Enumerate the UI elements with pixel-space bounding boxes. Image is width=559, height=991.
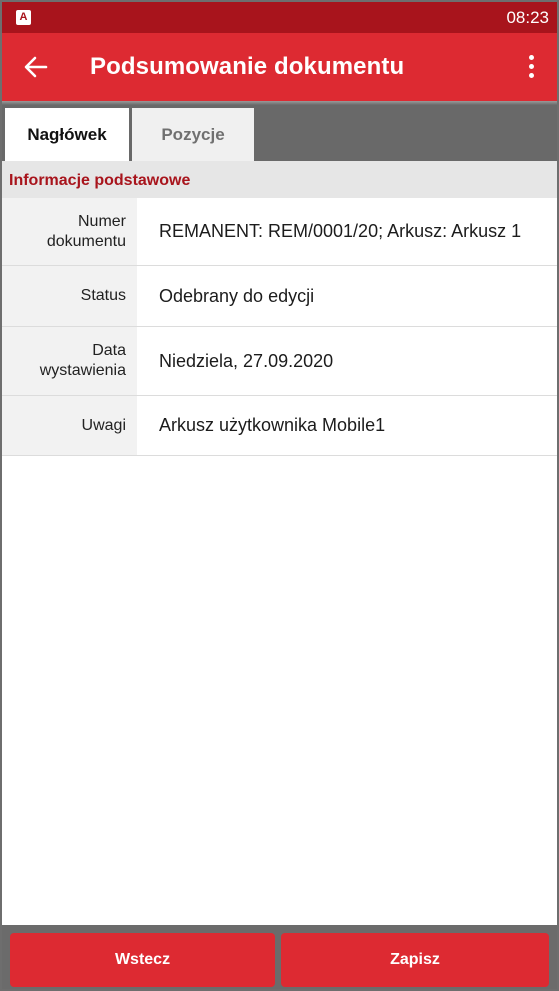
field-value: Odebrany do edycji	[159, 285, 315, 306]
info-table: Numer dokumentu REMANENT: REM/0001/20; A…	[2, 198, 557, 456]
overflow-menu-icon[interactable]	[523, 55, 539, 81]
status-clock: 08:23	[506, 8, 549, 27]
back-arrow-icon[interactable]	[22, 53, 50, 81]
field-value: Arkusz użytkownika Mobile1	[159, 415, 386, 435]
info-row-date: Data wystawienia Niedziela, 27.09.2020	[2, 327, 557, 396]
field-label: Status	[2, 266, 137, 326]
field-label: Uwagi	[2, 396, 137, 455]
field-label: Numer dokumentu	[2, 198, 137, 265]
status-bar: A 08:23	[2, 2, 557, 33]
tab-bar: Nagłówek Pozycje	[2, 105, 557, 161]
save-button[interactable]: Zapisz	[281, 933, 549, 987]
field-value: Niedziela, 27.09.2020	[159, 350, 334, 371]
info-row-notes: Uwagi Arkusz użytkownika Mobile1	[2, 396, 557, 456]
info-row-status: Status Odebrany do edycji	[2, 266, 557, 327]
tab-naglowek[interactable]: Nagłówek	[5, 108, 129, 161]
section-header: Informacje podstawowe	[2, 161, 557, 198]
back-button[interactable]: Wstecz	[10, 933, 275, 987]
field-value: REMANENT: REM/0001/20; Arkusz: Arkusz 1	[159, 221, 522, 241]
field-label: Data wystawienia	[2, 327, 137, 395]
page-title: Podsumowanie dokumentu	[90, 53, 405, 80]
app-notification-icon: A	[16, 10, 31, 25]
app-bar: Podsumowanie dokumentu	[2, 33, 557, 101]
tab-pozycje[interactable]: Pozycje	[132, 108, 254, 161]
info-row-number: Numer dokumentu REMANENT: REM/0001/20; A…	[2, 198, 557, 266]
footer-bar: Wstecz Zapisz	[2, 925, 557, 989]
app-frame: A 08:23 Podsumowanie dokumentu Nagłówek …	[0, 0, 559, 991]
